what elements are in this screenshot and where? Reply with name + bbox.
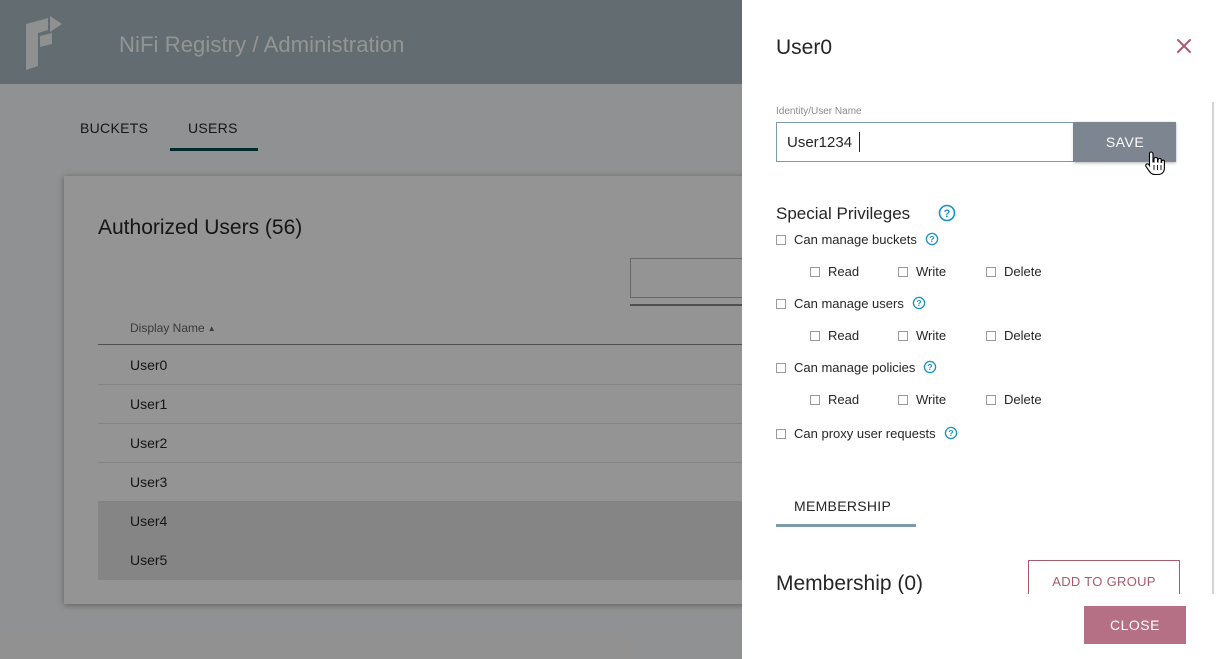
perm-label: Write xyxy=(916,328,947,343)
svg-text:?: ? xyxy=(929,234,934,244)
perm-label: Write xyxy=(916,392,947,407)
help-icon[interactable]: ? xyxy=(912,296,926,310)
active-tab-indicator xyxy=(776,524,916,527)
checkbox[interactable] xyxy=(810,394,820,405)
checkbox[interactable] xyxy=(898,330,908,341)
text-caret xyxy=(859,132,860,152)
identity-input[interactable] xyxy=(776,122,1074,162)
close-icon[interactable] xyxy=(1172,34,1196,58)
checkbox[interactable] xyxy=(986,266,996,277)
help-icon[interactable]: ? xyxy=(938,204,956,222)
perm-read[interactable]: Read xyxy=(810,328,859,343)
perm-write[interactable]: Write xyxy=(898,328,946,343)
privilege-proxy-user-requests[interactable]: Can proxy user requests? xyxy=(776,426,958,442)
perm-label: Delete xyxy=(1004,328,1042,343)
perm-write[interactable]: Write xyxy=(898,392,946,407)
perm-read[interactable]: Read xyxy=(810,392,859,407)
privilege-label: Can proxy user requests xyxy=(794,426,936,441)
perm-label: Write xyxy=(916,264,947,279)
help-icon[interactable]: ? xyxy=(923,360,937,374)
help-icon[interactable]: ? xyxy=(944,426,958,440)
checkbox[interactable] xyxy=(776,428,786,439)
checkbox[interactable] xyxy=(776,234,786,245)
hand-pointer-cursor-icon xyxy=(1145,151,1165,176)
privilege-label: Can manage policies xyxy=(794,360,916,375)
privilege-manage-policies[interactable]: Can manage policies? xyxy=(776,360,937,376)
checkbox[interactable] xyxy=(986,394,996,405)
identity-field-label: Identity/User Name xyxy=(776,106,862,117)
dialog-content: Identity/User Name SAVE Special Privileg… xyxy=(742,96,1220,594)
dialog-title: User0 xyxy=(776,36,833,59)
checkbox[interactable] xyxy=(898,266,908,277)
special-privileges-title: Special Privileges xyxy=(776,204,911,223)
edit-user-dialog: User0 Identity/User Name SAVE Special Pr… xyxy=(742,0,1220,659)
add-to-group-button[interactable]: ADD TO GROUP xyxy=(1028,560,1180,594)
membership-title: Membership (0) xyxy=(776,572,924,594)
perm-label: Delete xyxy=(1004,392,1042,407)
perm-delete[interactable]: Delete xyxy=(986,392,1042,407)
checkbox[interactable] xyxy=(810,330,820,341)
svg-text:?: ? xyxy=(928,362,933,372)
privilege-manage-users[interactable]: Can manage users? xyxy=(776,296,926,312)
svg-text:?: ? xyxy=(948,428,953,438)
privilege-label: Can manage buckets xyxy=(794,232,917,247)
svg-text:?: ? xyxy=(944,208,951,220)
checkbox[interactable] xyxy=(776,298,786,309)
checkbox[interactable] xyxy=(898,394,908,405)
perm-delete[interactable]: Delete xyxy=(986,264,1042,279)
checkbox[interactable] xyxy=(986,330,996,341)
checkbox[interactable] xyxy=(776,362,786,373)
perm-label: Delete xyxy=(1004,264,1042,279)
checkbox[interactable] xyxy=(810,266,820,277)
svg-text:?: ? xyxy=(916,298,921,308)
privilege-manage-buckets[interactable]: Can manage buckets? xyxy=(776,232,939,248)
perm-delete[interactable]: Delete xyxy=(986,328,1042,343)
perm-label: Read xyxy=(828,328,860,343)
tab-membership[interactable]: MEMBERSHIP xyxy=(794,498,891,514)
perm-label: Read xyxy=(828,264,860,279)
perm-read[interactable]: Read xyxy=(810,264,859,279)
perm-write[interactable]: Write xyxy=(898,264,946,279)
close-button[interactable]: CLOSE xyxy=(1084,606,1186,644)
help-icon[interactable]: ? xyxy=(925,232,939,246)
privilege-label: Can manage users xyxy=(794,296,904,311)
perm-label: Read xyxy=(828,392,860,407)
